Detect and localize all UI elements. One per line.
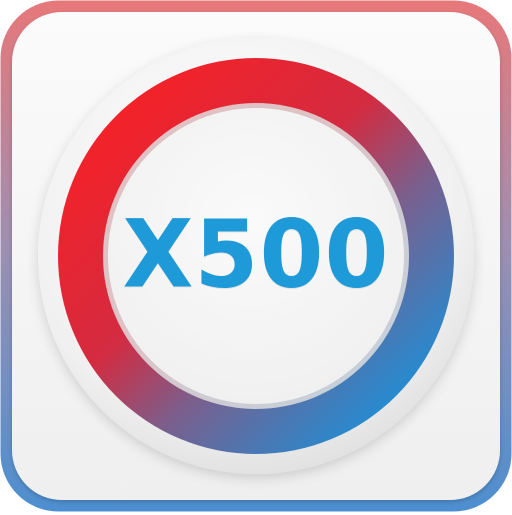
x500-wordmark: X500 <box>122 199 390 309</box>
app-icon[interactable]: X500 <box>0 0 512 512</box>
